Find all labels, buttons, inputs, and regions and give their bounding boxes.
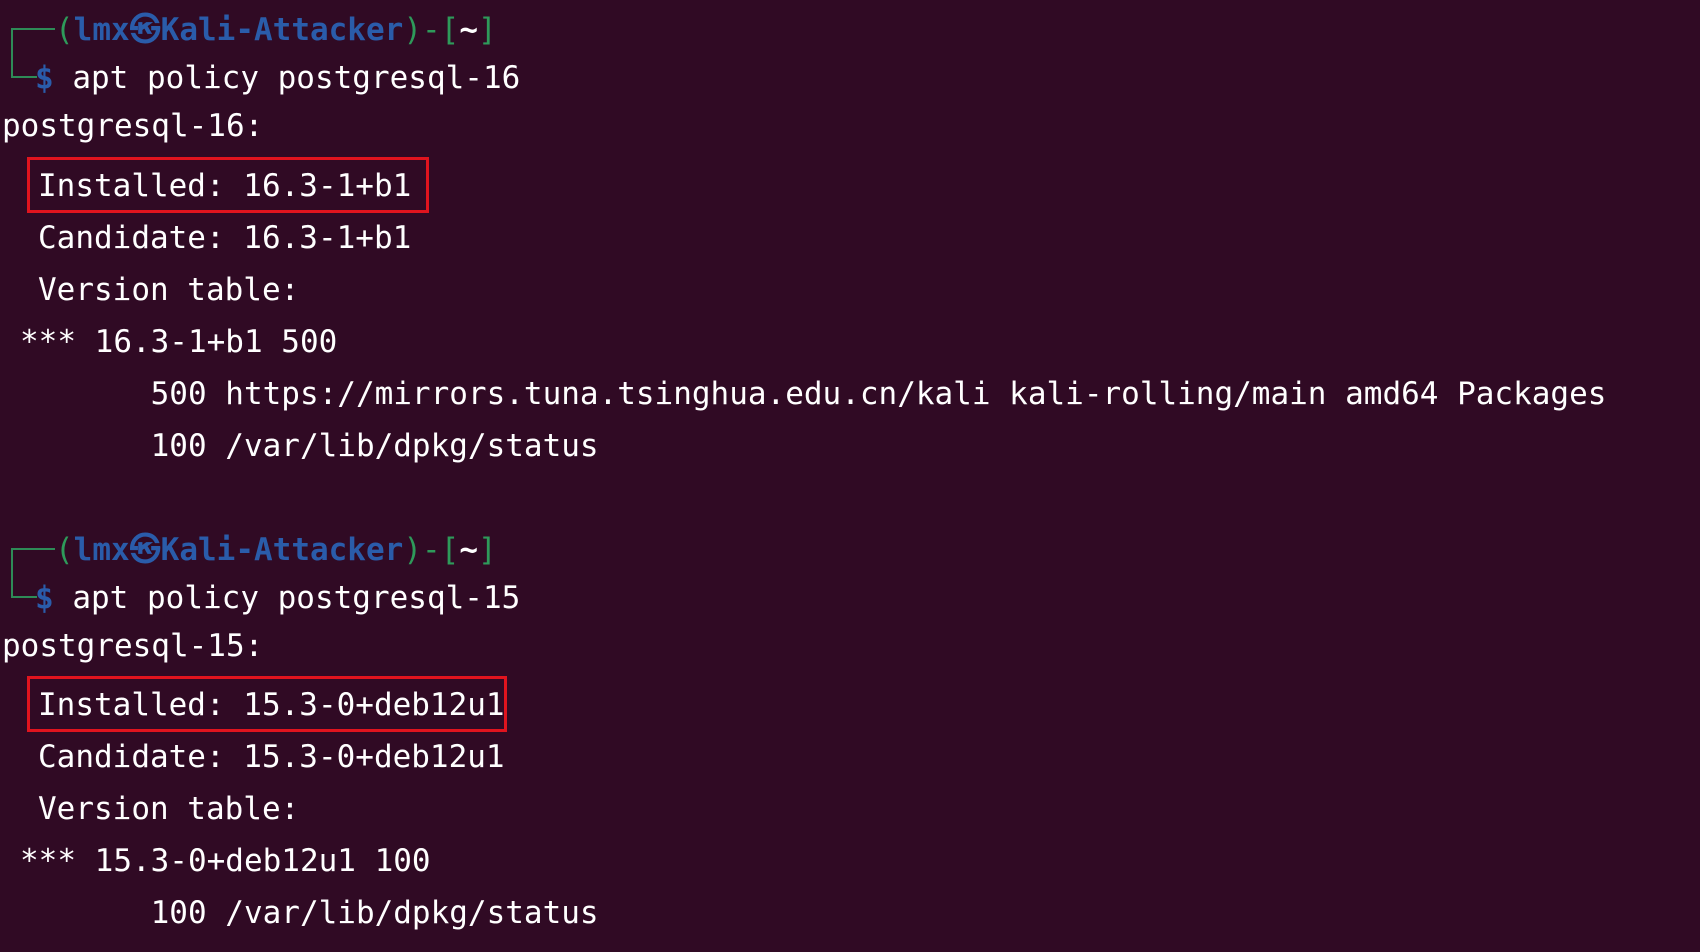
prompt-line: (lmx㉿Kali-Attacker)-[~] (55, 4, 497, 56)
version-table-label: Version table: (38, 272, 300, 308)
command-text: apt policy postgresql-15 (72, 580, 521, 616)
installed-line: Installed: 15.3-0+deb12u1 (38, 687, 505, 723)
prompt-dir: ~ (459, 532, 478, 568)
prompt-separator-icon: ㉿ (129, 532, 161, 568)
prompt-close: )-[ (403, 532, 460, 568)
prompt-close: )-[ (403, 12, 460, 48)
prompt-dir: ~ (459, 12, 478, 48)
prompt-open: ( (55, 532, 74, 568)
prompt-open: ( (55, 12, 74, 48)
command-line: $ apt policy postgresql-16 (35, 52, 520, 104)
prompt-host: Kali-Attacker (160, 532, 404, 568)
prompt-symbol: $ (35, 580, 54, 616)
version-table-label: Version table: (38, 791, 300, 827)
version-entry: 500 https://mirrors.tuna.tsinghua.edu.cn… (20, 376, 1607, 412)
command-text: apt policy postgresql-16 (72, 60, 521, 96)
package-name: postgresql-15: (2, 628, 264, 664)
terminal-window[interactable]: (lmx㉿Kali-Attacker)-[~] $ apt policy pos… (0, 0, 1700, 952)
command-line: $ apt policy postgresql-15 (35, 572, 520, 624)
prompt-corner-bottom (11, 596, 37, 598)
prompt-end: ] (477, 12, 497, 48)
version-entry: *** 16.3-1+b1 500 (20, 324, 338, 360)
prompt-end: ] (477, 532, 497, 568)
installed-line: Installed: 16.3-1+b1 (38, 168, 412, 204)
prompt-corner-bottom (11, 76, 37, 78)
version-entry: 100 /var/lib/dpkg/status (20, 895, 599, 931)
candidate-line: Candidate: 15.3-0+deb12u1 (38, 739, 505, 775)
candidate-line: Candidate: 16.3-1+b1 (38, 220, 412, 256)
version-entry: 100 /var/lib/dpkg/status (20, 428, 599, 464)
package-name: postgresql-16: (2, 108, 264, 144)
prompt-symbol: $ (35, 60, 54, 96)
prompt-user: lmx (73, 532, 130, 568)
prompt-line: (lmx㉿Kali-Attacker)-[~] (55, 524, 497, 576)
version-entry: *** 15.3-0+deb12u1 100 (20, 843, 431, 879)
prompt-host: Kali-Attacker (160, 12, 404, 48)
prompt-user: lmx (73, 12, 130, 48)
prompt-separator-icon: ㉿ (129, 12, 161, 48)
